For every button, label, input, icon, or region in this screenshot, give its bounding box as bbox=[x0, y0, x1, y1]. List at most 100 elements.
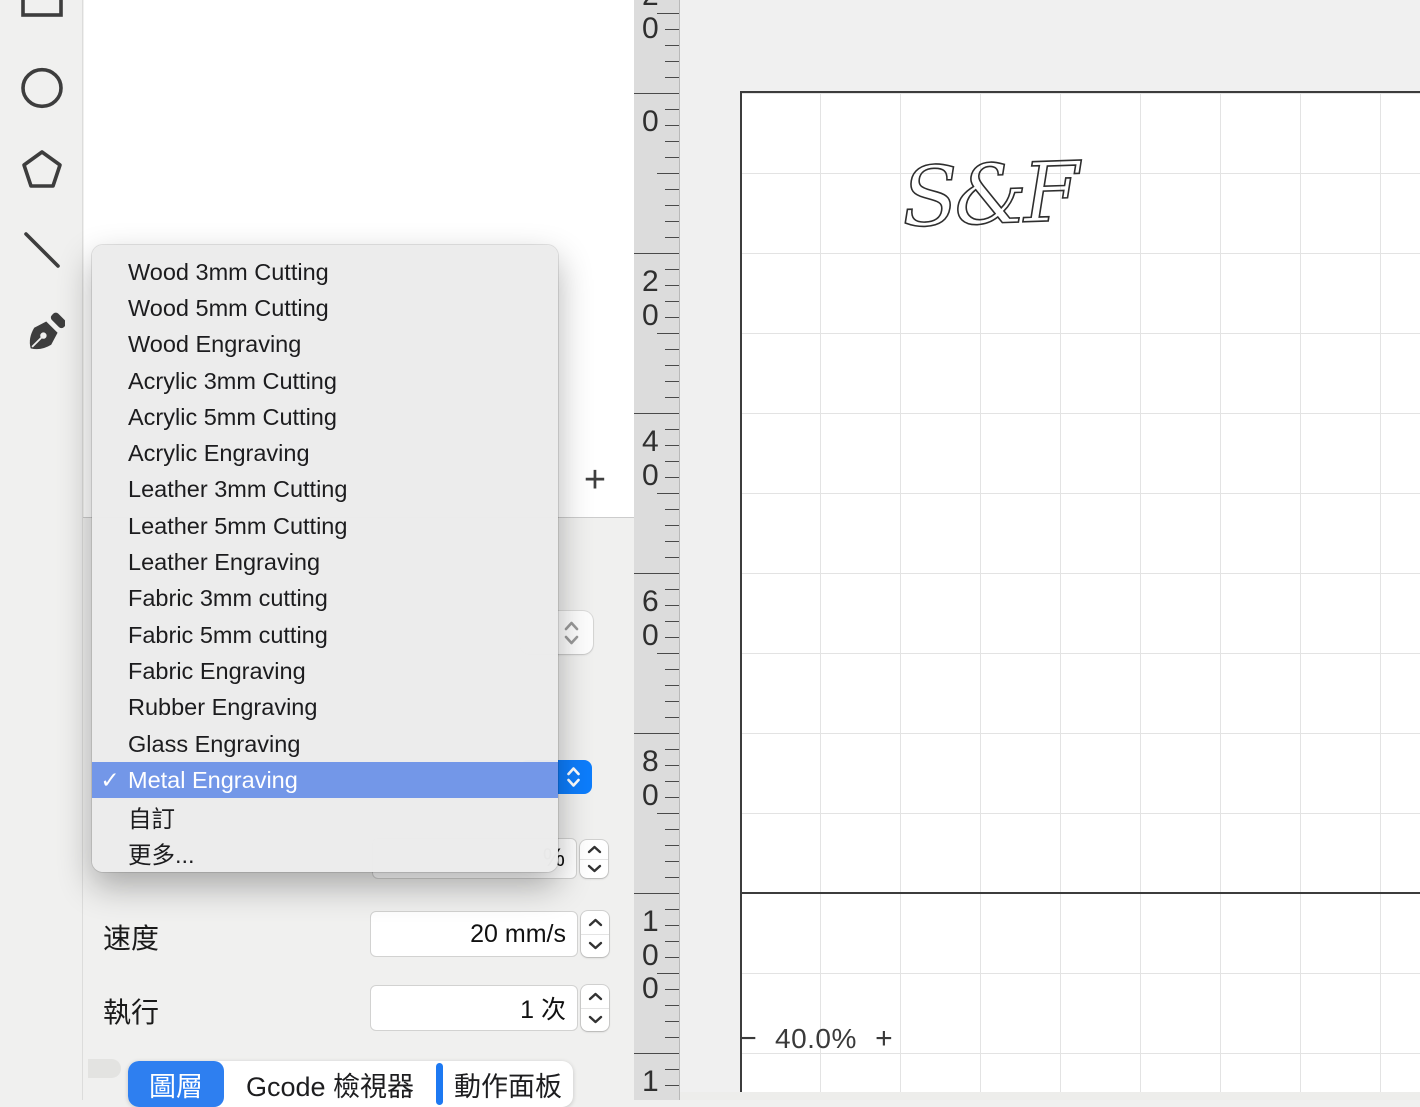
dropdown-item[interactable]: ✓Acrylic 5mm Cutting bbox=[92, 399, 558, 435]
execute-stepper[interactable] bbox=[581, 985, 609, 1031]
power-stepper-up[interactable] bbox=[580, 840, 608, 859]
pen-nib-icon bbox=[29, 312, 65, 350]
checkmark-icon: ✓ bbox=[92, 658, 128, 685]
checkmark-icon: ✓ bbox=[100, 766, 120, 793]
ruler-tick bbox=[665, 205, 679, 206]
ruler-tick bbox=[665, 77, 679, 78]
dropdown-item[interactable]: ✓Rubber Engraving bbox=[92, 690, 558, 726]
checkmark-icon: ✓ bbox=[92, 803, 128, 830]
dropdown-item-label: Fabric 5mm cutting bbox=[128, 621, 328, 648]
dropdown-item-label: Rubber Engraving bbox=[128, 694, 318, 721]
checkmark-icon: ✓ bbox=[92, 404, 128, 431]
checkmark-icon: ✓ bbox=[92, 476, 128, 503]
ruler-tick bbox=[634, 253, 679, 254]
ruler-tick bbox=[665, 845, 679, 846]
speed-stepper-up[interactable] bbox=[581, 911, 609, 934]
ruler-tick bbox=[634, 733, 679, 734]
ruler-tick bbox=[634, 1053, 679, 1054]
speed-label: 速度 bbox=[103, 923, 160, 954]
ruler-tick bbox=[665, 1037, 679, 1038]
checkmark-icon: ✓ bbox=[92, 368, 128, 395]
dropdown-item-label: Acrylic 5mm Cutting bbox=[128, 403, 337, 430]
dropdown-item[interactable]: ✓Fabric Engraving bbox=[92, 653, 558, 689]
checkmark-icon: ✓ bbox=[92, 731, 128, 758]
dropdown-item[interactable]: ✓ Metal Engraving bbox=[92, 762, 558, 799]
zoom-out-button[interactable]: − bbox=[736, 1022, 760, 1056]
pen-tool[interactable] bbox=[0, 310, 83, 356]
execute-stepper-down[interactable] bbox=[581, 1007, 609, 1032]
ruler-tick bbox=[665, 381, 679, 382]
dropdown-item[interactable]: ✓更多... bbox=[92, 835, 558, 871]
dropdown-item[interactable]: ✓Leather 3mm Cutting bbox=[92, 472, 558, 508]
rectangle-tool[interactable] bbox=[0, 0, 83, 18]
ruler-tick bbox=[665, 61, 679, 62]
ruler-label: 0 bbox=[642, 105, 659, 138]
checkmark-icon: ✓ bbox=[92, 513, 128, 540]
polygon-tool[interactable] bbox=[0, 149, 83, 189]
chevron-down-icon bbox=[588, 1016, 602, 1024]
ruler-tick bbox=[665, 685, 679, 686]
dropdown-item-label: Acrylic 3mm Cutting bbox=[128, 367, 337, 394]
dropdown-item-label: Leather Engraving bbox=[128, 549, 321, 576]
tab-action-panel[interactable]: 動作面板 bbox=[443, 1061, 573, 1107]
power-stepper-down[interactable] bbox=[580, 858, 608, 879]
ruler-tick bbox=[665, 1021, 679, 1022]
dropdown-item[interactable]: ✓Acrylic 3mm Cutting bbox=[92, 363, 558, 399]
dropdown-item[interactable]: ✓Wood 3mm Cutting bbox=[92, 254, 558, 290]
ellipse-tool[interactable] bbox=[0, 67, 83, 109]
ruler-label: 6 0 bbox=[642, 585, 659, 652]
checkmark-icon: ✓ bbox=[92, 259, 128, 286]
checkmark-icon: ✓ bbox=[92, 622, 128, 649]
ruler-tick bbox=[665, 541, 679, 542]
dropdown-item-label: Fabric Engraving bbox=[128, 657, 306, 684]
dropdown-item[interactable]: ✓自訂 bbox=[92, 798, 558, 834]
ruler-tick bbox=[657, 173, 679, 174]
dropdown-item[interactable]: ✓Fabric 3mm cutting bbox=[92, 581, 558, 617]
ruler-tick bbox=[634, 573, 679, 574]
dropdown-item[interactable]: ✓Leather Engraving bbox=[92, 544, 558, 580]
line-tool[interactable] bbox=[0, 230, 83, 270]
ruler-label: 8 0 bbox=[642, 745, 659, 812]
chevron-up-icon bbox=[587, 845, 601, 853]
execute-stepper-up[interactable] bbox=[581, 985, 609, 1008]
dropdown-item[interactable]: ✓Acrylic Engraving bbox=[92, 435, 558, 471]
speed-field[interactable]: 20 mm/s bbox=[370, 911, 578, 957]
checkmark-icon: ✓ bbox=[92, 295, 128, 322]
zoom-in-button[interactable]: + bbox=[872, 1022, 896, 1056]
canvas-viewport[interactable]: S&F − 40.0% + bbox=[680, 0, 1420, 1100]
bottom-tabbar: 圖層 Gcode 檢視器 動作面板 bbox=[128, 1061, 573, 1107]
work-area[interactable] bbox=[740, 91, 1420, 1092]
dropdown-item-label: 自訂 bbox=[128, 805, 175, 832]
ruler-tick bbox=[657, 333, 679, 334]
ruler-tick bbox=[665, 397, 679, 398]
ruler-tick bbox=[665, 557, 679, 558]
dropdown-item-label: Glass Engraving bbox=[128, 730, 301, 757]
ruler-label: 4 0 bbox=[642, 425, 659, 492]
checkmark-icon: ✓ bbox=[92, 839, 128, 866]
checkmark-icon: ✓ bbox=[92, 585, 128, 612]
chevron-down-icon bbox=[587, 865, 601, 873]
checkmark-icon: ✓ bbox=[92, 331, 128, 358]
execute-field[interactable]: 1 次 bbox=[370, 985, 578, 1031]
speed-stepper-down[interactable] bbox=[581, 933, 609, 958]
dropdown-item[interactable]: ✓Wood 5mm Cutting bbox=[92, 290, 558, 326]
ruler-tick bbox=[665, 717, 679, 718]
power-stepper[interactable] bbox=[580, 840, 608, 878]
checkmark-icon: ✓ bbox=[92, 440, 128, 467]
dropdown-item[interactable]: ✓Leather 5mm Cutting bbox=[92, 508, 558, 544]
shape-toolbar bbox=[0, 0, 83, 1100]
zoom-level: 40.0% bbox=[775, 1023, 857, 1054]
add-layer-button[interactable]: + bbox=[578, 459, 612, 501]
preset-dropdown-menu: ✓Wood 3mm Cutting✓Wood 5mm Cutting✓Wood … bbox=[92, 245, 558, 872]
engraving-object[interactable]: S&F bbox=[900, 144, 1079, 247]
tab-layers[interactable]: 圖層 bbox=[128, 1061, 224, 1107]
dropdown-item[interactable]: ✓Glass Engraving bbox=[92, 726, 558, 762]
ruler-tick bbox=[634, 893, 679, 894]
dropdown-item[interactable]: ✓Fabric 5mm cutting bbox=[92, 617, 558, 653]
dropdown-item-label: Wood 3mm Cutting bbox=[128, 258, 329, 285]
dropdown-item-label: Leather 3mm Cutting bbox=[128, 476, 348, 503]
ruler-tick bbox=[657, 813, 679, 814]
dropdown-item[interactable]: ✓Wood Engraving bbox=[92, 327, 558, 363]
tab-gcode-viewer[interactable]: Gcode 檢視器 bbox=[224, 1061, 436, 1107]
speed-stepper[interactable] bbox=[581, 911, 609, 957]
